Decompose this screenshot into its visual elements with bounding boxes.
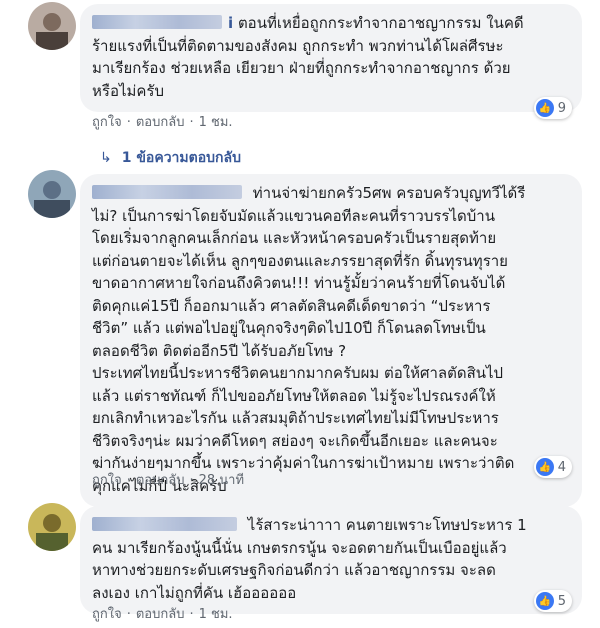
comment-text-line: ชีวิตจริงๆน่ะ ผมว่าคดีโหดๆ สย่องๆ จะเกิด…: [92, 431, 498, 450]
reply-arrow-icon: ↳: [100, 150, 112, 166]
comment-text-line: ไร้สาระน่าาาา คนตายเพราะโทษประหาร 1: [247, 516, 527, 534]
comment-text-line: ไม่? เป็นการฆ่าโดยจับมัดแล้วแขวนคอทีละคน…: [92, 206, 495, 225]
like-link[interactable]: ถูกใจ: [92, 469, 122, 490]
comment-text-line: ตอนที่เหยื่อถูกกระทำจากอาชญากรรม ในคดี: [237, 14, 524, 32]
avatar[interactable]: [28, 2, 76, 50]
comment-text-line: มาเรียกร้อง ช่วยเหลือ เยียวยา ฝ่ายที่ถูก…: [92, 59, 511, 77]
timestamp[interactable]: 1 ชม.: [199, 111, 233, 132]
reaction-number: 5: [557, 593, 566, 609]
timestamp[interactable]: 28 นาที: [199, 469, 244, 490]
like-link[interactable]: ถูกใจ: [92, 111, 122, 132]
replies-count-label: 1 ข้อความตอบกลับ: [121, 150, 241, 166]
timestamp[interactable]: 1 ชม.: [199, 603, 233, 624]
comment-text-line: แต่ก่อนตายจะได้เห็น ลูกๆของตนและภรรยาสุด…: [92, 251, 508, 270]
reply-link[interactable]: ตอบกลับ: [136, 111, 185, 132]
avatar[interactable]: [28, 503, 76, 551]
commenter-name-blurred[interactable]: [92, 185, 242, 199]
comment-text-line: ยกเลิกทำเหวอะไรกัน แล้วสมมุติถ้าประเทศไท…: [92, 409, 499, 427]
comment-text-line: หาทางช่วยยกระดับเศรษฐกิจก่อนดีกว่า แล้วอ…: [92, 561, 496, 579]
commenter-name-blurred[interactable]: [92, 517, 237, 531]
comment-bubble: ท่านจ่าฆ่ายกครัว5ศพ ครอบครัวบุญทวีได้รี …: [80, 174, 582, 507]
view-replies-link[interactable]: ↳ 1 ข้อความตอบกลับ: [100, 147, 241, 169]
comment-bubble: ไร้สาระน่าาาา คนตายเพราะโทษประหาร 1 คน ม…: [80, 506, 582, 614]
comment-actions: ถูกใจ · ตอบกลับ · 1 ชม.: [92, 111, 233, 132]
comment-text-line: ลงเอง เกาไม่ถูกที่คัน เฮ้ออออออ: [92, 583, 297, 602]
comment-text-line: ชีวิต” แล้ว แต่พอไปอยู่ในคุกจริงๆติดไป10…: [92, 319, 486, 337]
thumbs-up-icon: 👍: [535, 99, 554, 117]
reaction-count[interactable]: 👍 5: [533, 590, 572, 612]
reply-link[interactable]: ตอบกลับ: [136, 469, 185, 490]
comment-text-line: คน มาเรียกร้องนู้นนี้นั่น เกษตรกรนู้น จะ…: [92, 538, 507, 557]
comment-text-line: ประเทศไทยนี้ประหารชีวิตคนยากมากครับผม ต่…: [92, 364, 504, 382]
thumbs-up-icon: 👍: [535, 458, 554, 476]
commenter-name-blurred[interactable]: [92, 15, 222, 29]
reaction-number: 4: [557, 459, 566, 475]
comment-text-line: ติดคุกแค่15ปี ก็ออกมาแล้ว ศาลตัดสินคดีเด…: [92, 296, 491, 315]
commenter-name[interactable]: i: [228, 14, 233, 32]
comment-text-line: โดยเริ่มจากลูกคนเล็กก่อน และหัวหน้าครอบค…: [92, 229, 497, 247]
reaction-count[interactable]: 👍 4: [533, 456, 572, 478]
comment-actions: ถูกใจ · ตอบกลับ · 1 ชม.: [92, 603, 233, 624]
comment-text-line: ร้ายแรงที่เป็นที่ติดตามของสังคม ถูกกระทำ…: [92, 36, 504, 55]
comment-text-line: ตลอดชีวิต ติดต่ออีก5ปี ได้รับอภัยโทษ ?: [92, 341, 347, 360]
like-link[interactable]: ถูกใจ: [92, 603, 122, 624]
thumbs-up-icon: 👍: [535, 592, 554, 610]
reaction-number: 9: [557, 100, 566, 116]
comment-text-line: หรือไม่ครับ: [92, 81, 164, 100]
reaction-count[interactable]: 👍 9: [533, 97, 572, 119]
comment-text-line: ขาดอากาศหายใจก่อนถึงคิวตน!!! ท่านรู้มั้ย…: [92, 274, 506, 292]
comment-bubble: i ตอนที่เหยื่อถูกกระทำจากอาชญากรรม ในคดี…: [80, 4, 582, 112]
avatar[interactable]: [28, 170, 76, 218]
comment-text-line: ท่านจ่าฆ่ายกครัว5ศพ ครอบครัวบุญทวีได้รี: [252, 184, 526, 202]
reply-link[interactable]: ตอบกลับ: [136, 603, 185, 624]
comment-text-line: แล้ว แต่ราชทัณฑ์ ก็ไปขออภัยโทษให้ตลอด ไม…: [92, 386, 496, 405]
comment-actions: ถูกใจ · ตอบกลับ · 28 นาที: [92, 469, 244, 490]
